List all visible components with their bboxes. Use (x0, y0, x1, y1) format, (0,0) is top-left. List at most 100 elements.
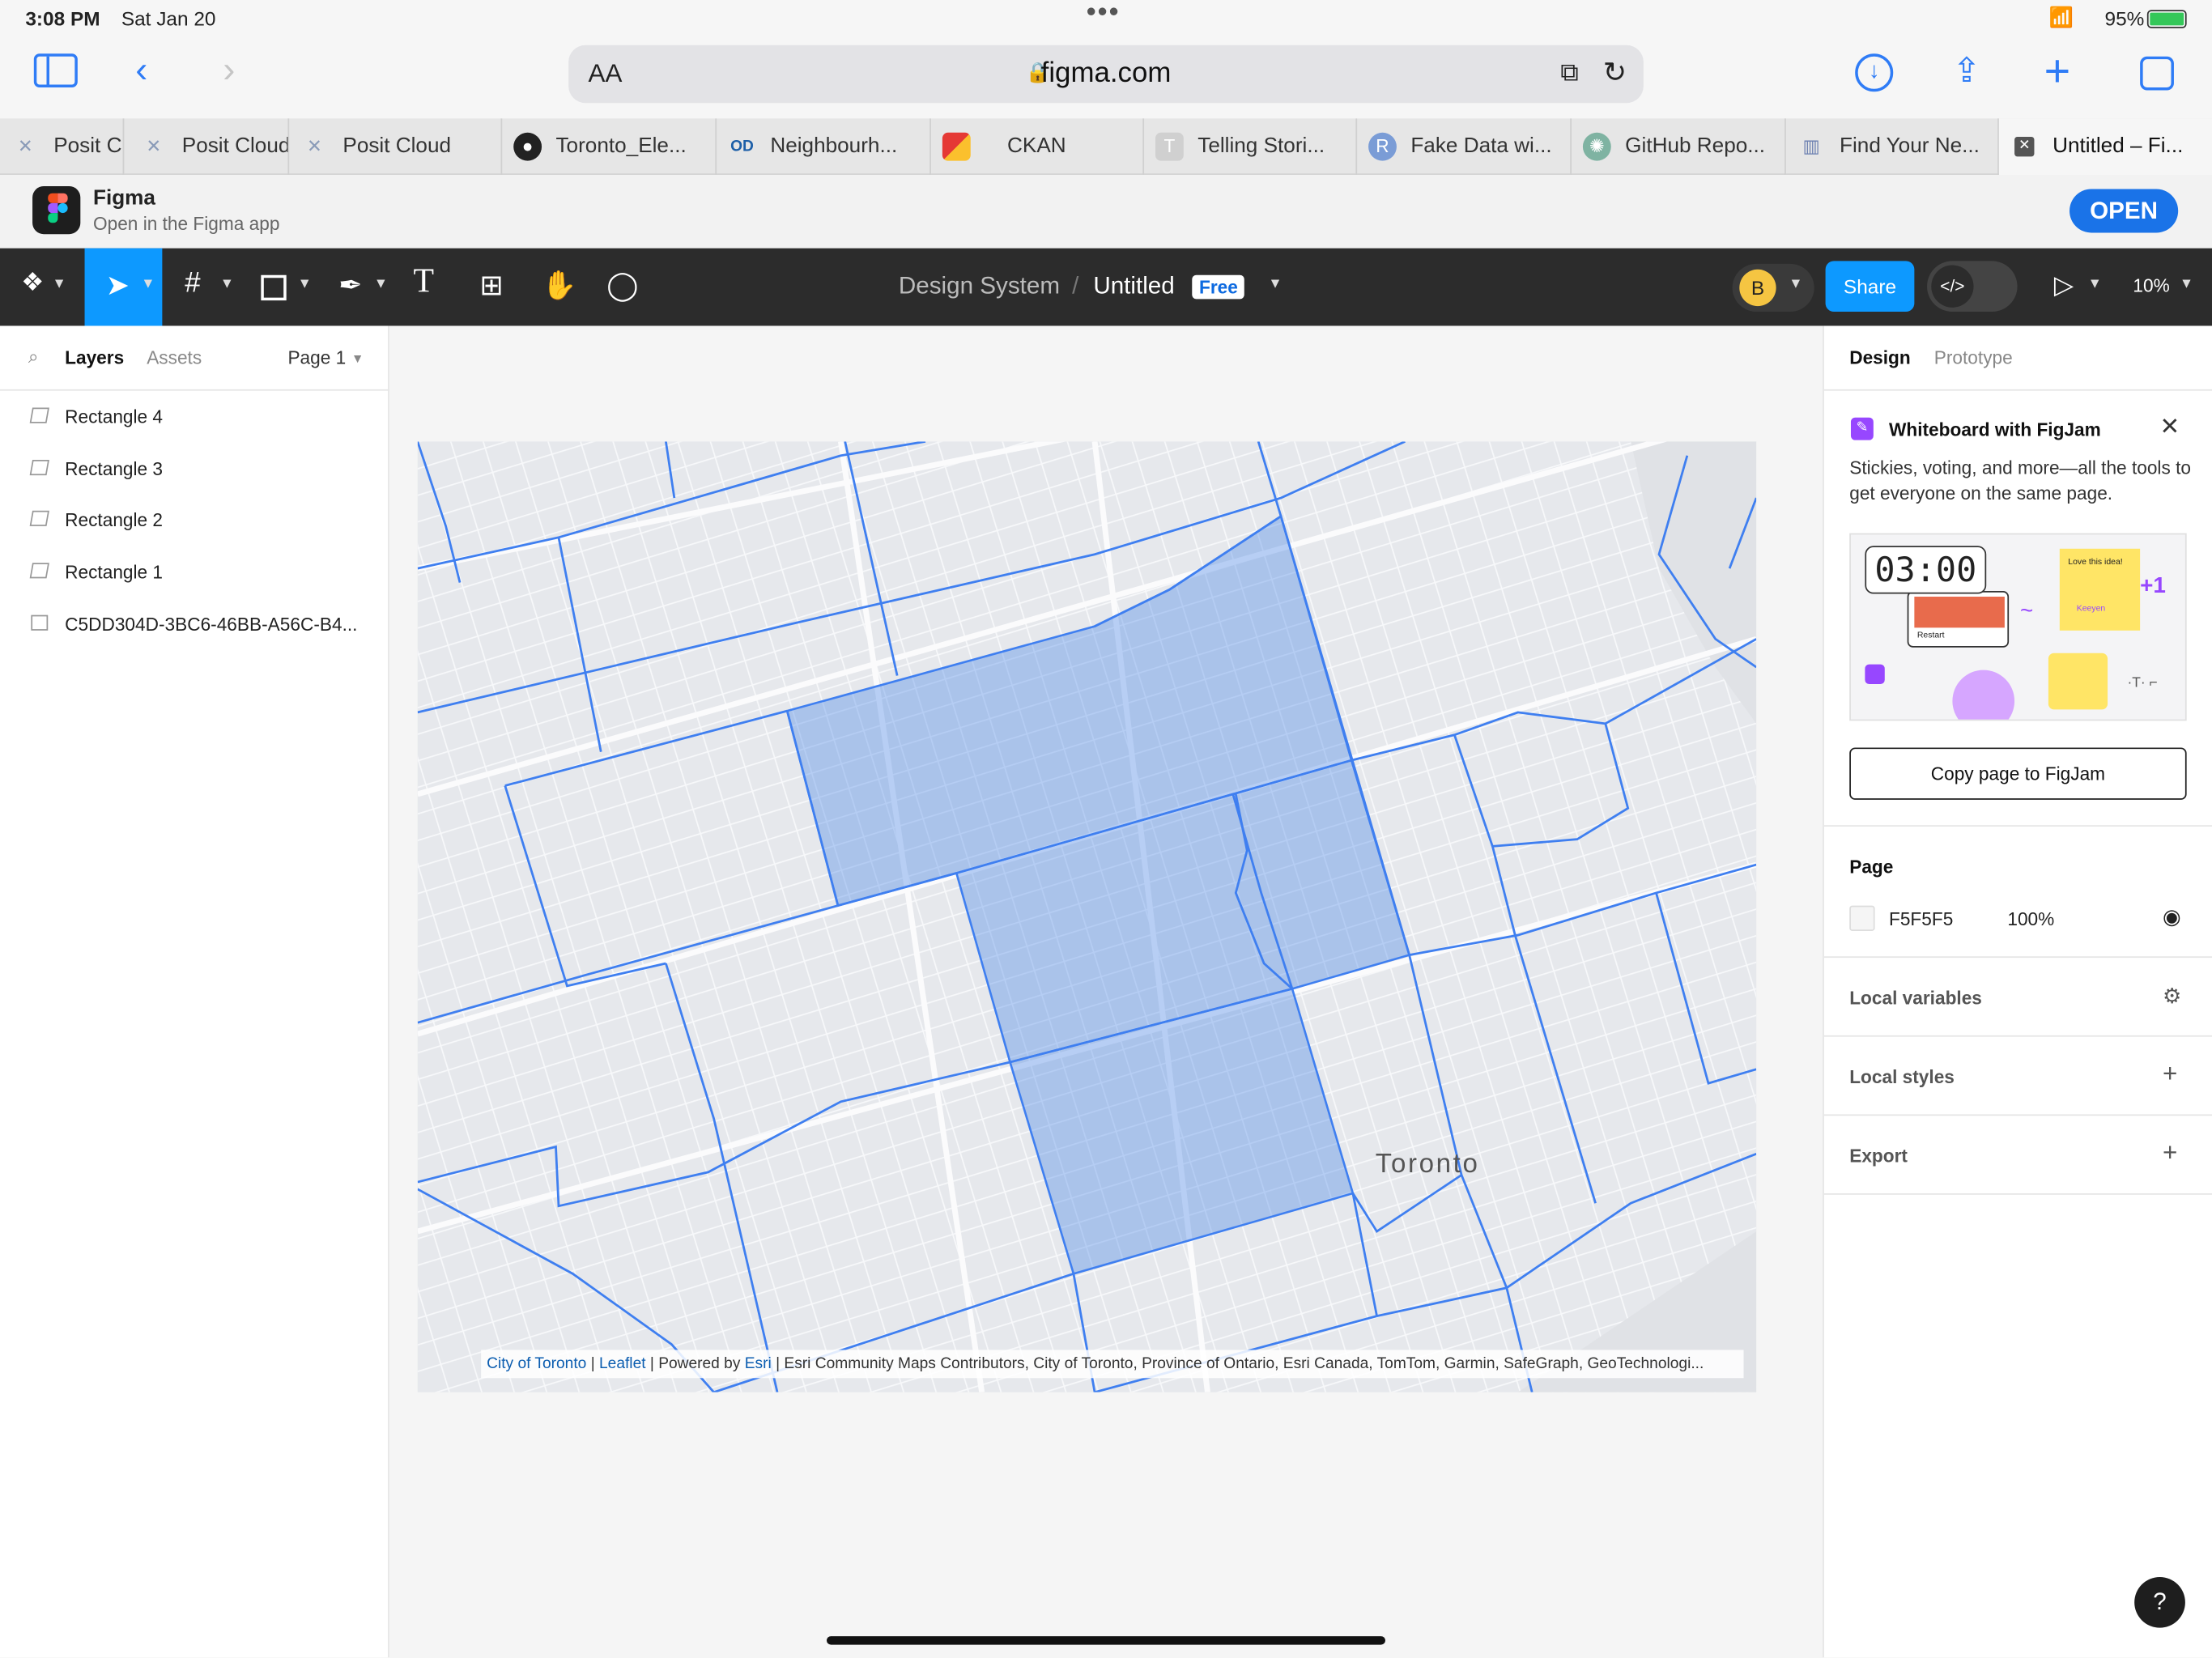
chevron-down-icon[interactable]: ▼ (52, 277, 66, 292)
left-panel-tabs: ⌕ Layers Assets Page 1 ▼ (0, 325, 389, 391)
attribution-separator: | (590, 1355, 595, 1373)
chevron-down-icon[interactable]: ▼ (220, 277, 234, 292)
zoom-level[interactable]: 10% (2133, 275, 2169, 296)
chevron-down-icon[interactable]: ▼ (1789, 277, 1802, 292)
copy-to-figjam-button[interactable]: Copy page to FigJam (1849, 747, 2187, 800)
tab-design[interactable]: Design (1849, 347, 1911, 368)
page-color-opacity[interactable]: 100% (2007, 908, 2054, 929)
layer-row[interactable]: Rectangle 4 (0, 392, 389, 443)
cursor-icon: ➤ (105, 270, 130, 302)
layer-row[interactable]: C5DD304D-3BC6-46BB-A56C-B4... (0, 599, 389, 650)
chevron-down-icon[interactable]: ▼ (351, 351, 364, 365)
divider (1823, 1114, 2212, 1116)
figjam-icon: ✎ (1850, 417, 1874, 440)
present-play-icon[interactable]: ▷ (2054, 271, 2074, 301)
variables-settings-icon[interactable]: ⚙ (2163, 983, 2181, 1009)
browser-tab[interactable]: ▥ Find Your Ne... (1786, 118, 1999, 176)
browser-tab[interactable]: ✕ Posit C (0, 118, 125, 176)
banner-subtitle: Open in the Figma app (92, 213, 280, 235)
add-style-icon[interactable]: + (2163, 1060, 2177, 1090)
layer-row[interactable]: Rectangle 1 (0, 547, 389, 598)
timer-widget: 03:00 (1865, 546, 1987, 594)
breadcrumb-separator: / (1072, 272, 1079, 300)
tab-layers[interactable]: Layers (65, 347, 124, 368)
browser-tab[interactable]: ✕ Posit Cloud (289, 118, 503, 176)
browser-tab[interactable]: ● Toronto_Ele... (502, 118, 717, 176)
layer-row[interactable]: Rectangle 3 (0, 444, 389, 495)
r-icon: R (1368, 132, 1397, 161)
chatgpt-icon: ✺ (1582, 132, 1611, 161)
browser-tab[interactable]: CKAN (931, 118, 1145, 176)
posit-icon: ✕ (146, 135, 162, 157)
page-color-hex[interactable]: F5F5F5 (1889, 908, 1953, 929)
browser-tab[interactable]: T Telling Stori... (1144, 118, 1358, 176)
resources-icon[interactable]: ⊞ (479, 268, 503, 304)
local-styles-label: Local styles (1849, 1066, 1955, 1088)
browser-tab[interactable]: R Fake Data wi... (1357, 118, 1572, 176)
close-icon[interactable]: ✕ (2160, 414, 2180, 442)
help-button[interactable]: ? (2134, 1576, 2185, 1628)
dev-mode-toggle[interactable]: </> (1927, 261, 2018, 312)
url-text[interactable]: figma.com (568, 57, 1644, 90)
purple-circle-shape (1952, 670, 2015, 720)
eye-icon[interactable]: ◉ (2163, 904, 2181, 930)
search-icon[interactable]: ⌕ (28, 346, 39, 368)
shape-tool-icon[interactable] (261, 274, 287, 301)
browser-tab[interactable]: OD Neighbourh... (717, 118, 931, 176)
file-name[interactable]: Untitled (1093, 272, 1174, 300)
battery-percent: 95% (2104, 6, 2145, 30)
share-button[interactable]: Share (1825, 261, 1915, 312)
figma-logo-icon (32, 185, 81, 235)
page-color-swatch[interactable] (1849, 905, 1875, 931)
browser-tab[interactable]: ✺ GitHub Repo... (1572, 118, 1786, 176)
share-sheet-icon[interactable]: ⇪ (1952, 51, 1980, 92)
local-variables-label[interactable]: Local variables (1849, 988, 1982, 1009)
status-bar: 3:08 PM Sat Jan 20 ••• 📶 95% (0, 0, 2212, 40)
browser-tab-active[interactable]: ✕ Untitled – Fi... (1998, 118, 2212, 176)
forward-icon[interactable]: › (223, 48, 235, 91)
export-label: Export (1849, 1145, 1908, 1167)
layer-row[interactable]: Rectangle 2 (0, 495, 389, 546)
map-image[interactable] (417, 441, 1757, 1392)
text-tool-icon[interactable]: T (414, 264, 435, 302)
home-indicator[interactable] (827, 1636, 1385, 1645)
move-tool-button[interactable]: ➤ ▼ (84, 248, 163, 326)
back-icon[interactable]: ‹ (135, 48, 147, 91)
close-icon[interactable]: ✕ (2014, 137, 2035, 157)
attribution-link-esri[interactable]: Esri (745, 1355, 772, 1372)
browser-tab[interactable]: ✕ Posit Cloud (129, 118, 290, 176)
chart-icon: ▥ (1802, 135, 1820, 157)
new-tab-icon[interactable]: + (2044, 45, 2071, 97)
file-menu-chevron-icon[interactable]: ▼ (1268, 277, 1282, 292)
chevron-down-icon: ▼ (141, 276, 155, 292)
chevron-down-icon[interactable]: ▼ (2088, 277, 2102, 292)
code-icon: </> (1931, 265, 1974, 308)
attribution-link-city[interactable]: City of Toronto (487, 1355, 586, 1372)
chevron-down-icon[interactable]: ▼ (298, 277, 312, 292)
address-bar[interactable]: AA 🔒 figma.com ⧉ ↻ (568, 45, 1644, 104)
open-app-button[interactable]: OPEN (2069, 189, 2179, 233)
hand-tool-icon[interactable]: ✋ (542, 268, 576, 304)
tab-prototype[interactable]: Prototype (1934, 347, 2013, 368)
right-panel-tabs: Design Prototype (1823, 325, 2212, 391)
page-selector[interactable]: Page 1 (287, 347, 346, 368)
chevron-down-icon[interactable]: ▼ (374, 277, 388, 292)
reload-icon[interactable]: ↻ (1603, 55, 1627, 91)
main-menu-icon[interactable]: ❖ (21, 268, 44, 298)
tab-overview-icon[interactable] (2140, 56, 2174, 91)
posit-icon: ✕ (307, 135, 323, 157)
sidebar-toggle-icon[interactable] (33, 53, 78, 88)
multitasking-dots-icon[interactable]: ••• (1087, 0, 1121, 30)
tab-assets[interactable]: Assets (147, 347, 202, 368)
pen-tool-icon[interactable]: ✒ (338, 268, 362, 304)
comment-tool-icon[interactable]: ◯ (606, 268, 638, 304)
avatar[interactable]: B (1739, 269, 1776, 307)
frame-tool-icon[interactable]: # (185, 268, 200, 300)
add-export-icon[interactable]: + (2163, 1138, 2177, 1168)
download-icon[interactable]: ↓ (1855, 53, 1894, 92)
chevron-down-icon[interactable]: ▼ (2180, 277, 2193, 292)
extensions-icon[interactable]: ⧉ (1560, 57, 1578, 87)
project-name[interactable]: Design System (899, 272, 1060, 300)
banner-title: Figma (92, 185, 155, 210)
attribution-link-leaflet[interactable]: Leaflet (599, 1355, 646, 1372)
